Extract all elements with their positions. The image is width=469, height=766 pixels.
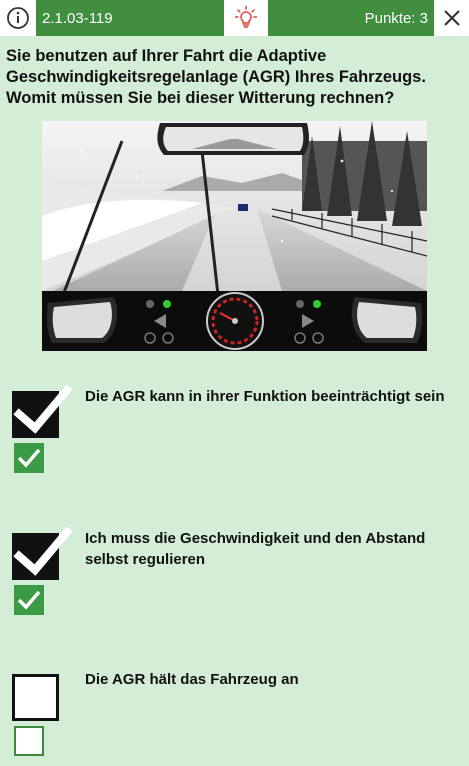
close-button[interactable] xyxy=(434,0,469,36)
answer-2-checkbox[interactable] xyxy=(12,526,73,580)
check-mark-icon xyxy=(17,590,41,610)
answer-option-2: Ich muss die Geschwindigkeit und den Abs… xyxy=(0,525,469,625)
check-mark-icon xyxy=(13,526,73,576)
close-icon xyxy=(443,10,460,26)
question-id: 2.1.03-119 xyxy=(36,0,224,36)
answer-1-solution-checkbox xyxy=(14,443,44,473)
answer-3-text: Die AGR hält das Fahrzeug an xyxy=(85,671,299,688)
answer-1-text: Die AGR kann in ihrer Funktion beeinträc… xyxy=(85,388,445,405)
question-scene-image xyxy=(42,121,427,351)
points-label: Punkte: 3 xyxy=(268,0,434,36)
answer-1-checkbox[interactable] xyxy=(12,384,73,438)
answer-option-3: Die AGR hält das Fahrzeug an xyxy=(0,666,469,766)
answer-2-text: Ich muss die Geschwindigkeit und den Abs… xyxy=(85,530,426,568)
answer-2-solution-checkbox xyxy=(14,585,44,615)
check-mark-icon xyxy=(17,448,41,468)
lightbulb-icon xyxy=(234,5,258,28)
hint-button[interactable] xyxy=(224,0,268,36)
top-bar: 2.1.03-119 Punkte: 3 xyxy=(0,0,469,36)
answer-3-checkbox[interactable] xyxy=(12,674,59,721)
question-text: Sie benutzen auf Ihrer Fahrt die Adaptiv… xyxy=(6,47,426,107)
info-icon xyxy=(7,7,29,29)
check-mark-icon xyxy=(13,384,73,434)
answer-option-1: Die AGR kann in ihrer Funktion beeinträc… xyxy=(0,383,469,483)
answer-3-solution-checkbox xyxy=(14,726,44,756)
info-button[interactable] xyxy=(0,0,36,36)
